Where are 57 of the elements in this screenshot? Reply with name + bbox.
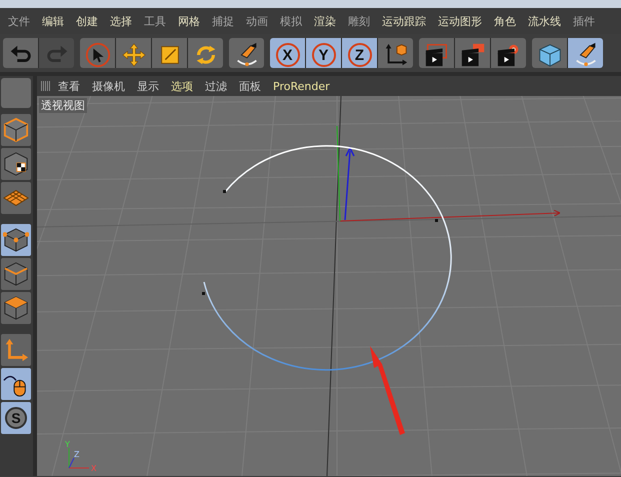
side-toolbar-button[interactable] bbox=[1, 258, 31, 290]
menu-item[interactable]: 创建 bbox=[70, 14, 104, 28]
cube-icon bbox=[536, 42, 562, 68]
axis-lock-icon: Z bbox=[348, 43, 372, 67]
axis-lock-icon: X bbox=[276, 43, 300, 67]
cube-icon bbox=[3, 117, 29, 143]
side-toolbar-button[interactable] bbox=[1, 224, 31, 256]
snap-icon: S bbox=[5, 407, 27, 429]
side-toolbar-button[interactable]: S bbox=[1, 402, 31, 434]
menu-item[interactable]: 文件 bbox=[2, 14, 36, 28]
menu-item[interactable]: 雕刻 bbox=[342, 14, 376, 28]
menu-item[interactable]: 运动图形 bbox=[432, 14, 488, 28]
toolbar-button[interactable]: Z bbox=[342, 38, 377, 68]
menu-item[interactable]: 编辑 bbox=[36, 14, 70, 28]
menu-item[interactable]: 工具 bbox=[138, 14, 172, 28]
toolbar-button[interactable] bbox=[568, 38, 603, 68]
menu-item[interactable]: 流水线 bbox=[522, 14, 567, 28]
axis-label: X bbox=[91, 464, 96, 473]
menu-item[interactable]: 模拟 bbox=[274, 14, 308, 28]
viewport-menu-item[interactable]: 摄像机 bbox=[87, 78, 130, 94]
viewport-label: 透视视图 bbox=[39, 98, 87, 113]
toolbar-button[interactable] bbox=[378, 38, 413, 68]
polygon-mode-icon bbox=[3, 295, 29, 321]
checker-cube-icon bbox=[3, 151, 29, 177]
viewport-menu-item[interactable]: 显示 bbox=[132, 78, 164, 94]
menu-item[interactable]: 网格 bbox=[172, 14, 206, 28]
viewport-menu-item[interactable]: ProRender bbox=[268, 80, 335, 92]
axis-gizmo-drawing bbox=[68, 448, 90, 468]
viewport-menu-item[interactable]: 面板 bbox=[234, 78, 266, 94]
side-toolbar-button[interactable] bbox=[1, 148, 31, 180]
axis-lock-icon: Y bbox=[312, 43, 336, 67]
point-mode-icon bbox=[3, 227, 29, 253]
arrow-cursor-icon bbox=[84, 42, 110, 68]
menu-item[interactable]: 插件 bbox=[567, 14, 601, 28]
side-toolbar-button[interactable] bbox=[1, 114, 31, 146]
menu-item[interactable]: 选择 bbox=[104, 14, 138, 28]
menu-item[interactable]: 运动跟踪 bbox=[376, 14, 432, 28]
grip-icon bbox=[41, 81, 51, 91]
viewport-menu-item[interactable]: 查看 bbox=[53, 78, 85, 94]
viewport-menu-item[interactable]: 选项 bbox=[166, 78, 198, 94]
menu-item[interactable]: 动画 bbox=[240, 14, 274, 28]
menu-item[interactable]: 捕捉 bbox=[206, 14, 240, 28]
toolbar-button[interactable]: Y bbox=[306, 38, 341, 68]
axis-icon bbox=[3, 337, 29, 363]
menu-item[interactable]: 角色 bbox=[488, 14, 522, 28]
edge-mode-icon bbox=[3, 261, 29, 287]
clapperboard-icon bbox=[424, 42, 450, 68]
toolbar-button[interactable] bbox=[229, 38, 264, 68]
move-icon bbox=[120, 42, 146, 68]
toolbar-button[interactable]: X bbox=[270, 38, 305, 68]
menu-item[interactable]: 渲染 bbox=[308, 14, 342, 28]
axis-label: Y bbox=[65, 440, 70, 449]
viewport-menu-item[interactable]: 过滤 bbox=[200, 78, 232, 94]
clapperboard-icon bbox=[460, 42, 486, 68]
axis-label: Z bbox=[74, 450, 80, 459]
side-toolbar-button[interactable] bbox=[1, 292, 31, 324]
side-toolbar-button[interactable] bbox=[1, 368, 31, 400]
